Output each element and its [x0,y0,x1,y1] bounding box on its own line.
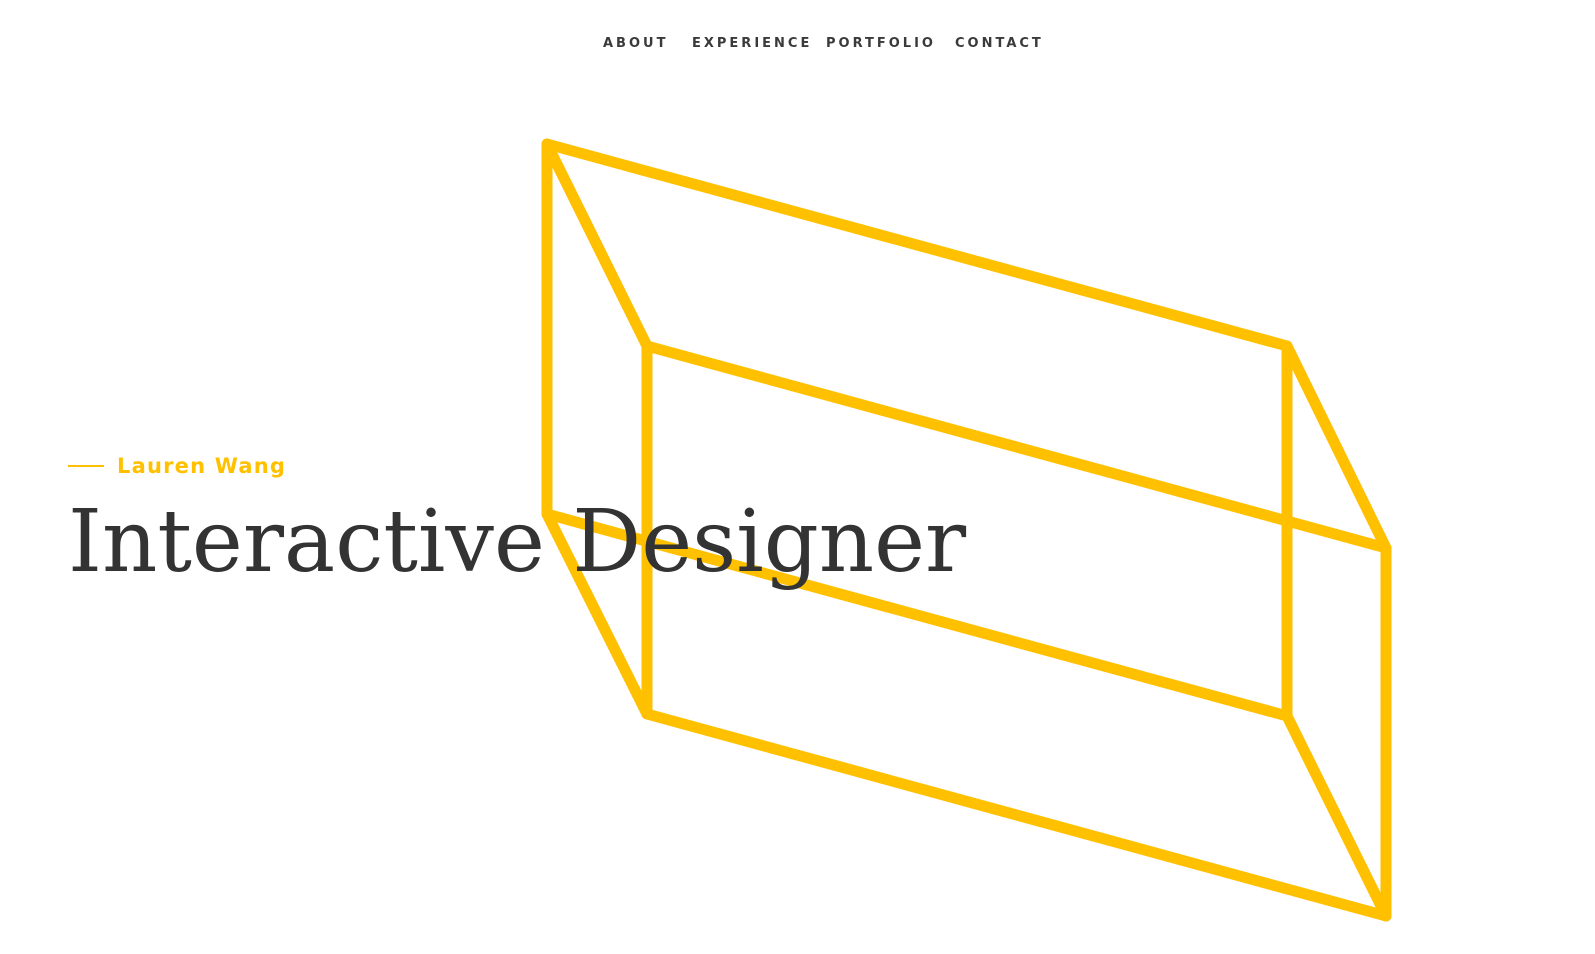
cube-front-face [641,340,1392,922]
name-row: Lauren Wang [68,452,286,480]
cube-edge [541,138,653,352]
cube-back-face [541,138,1293,722]
accent-dash [68,465,104,467]
hero-headline: Interactive Designer [68,492,967,592]
hero-section: Lauren Wang Interactive Designer [68,452,966,592]
cube-edge [1281,340,1392,554]
designer-name: Lauren Wang [117,454,287,478]
cube-edge [1281,710,1392,922]
